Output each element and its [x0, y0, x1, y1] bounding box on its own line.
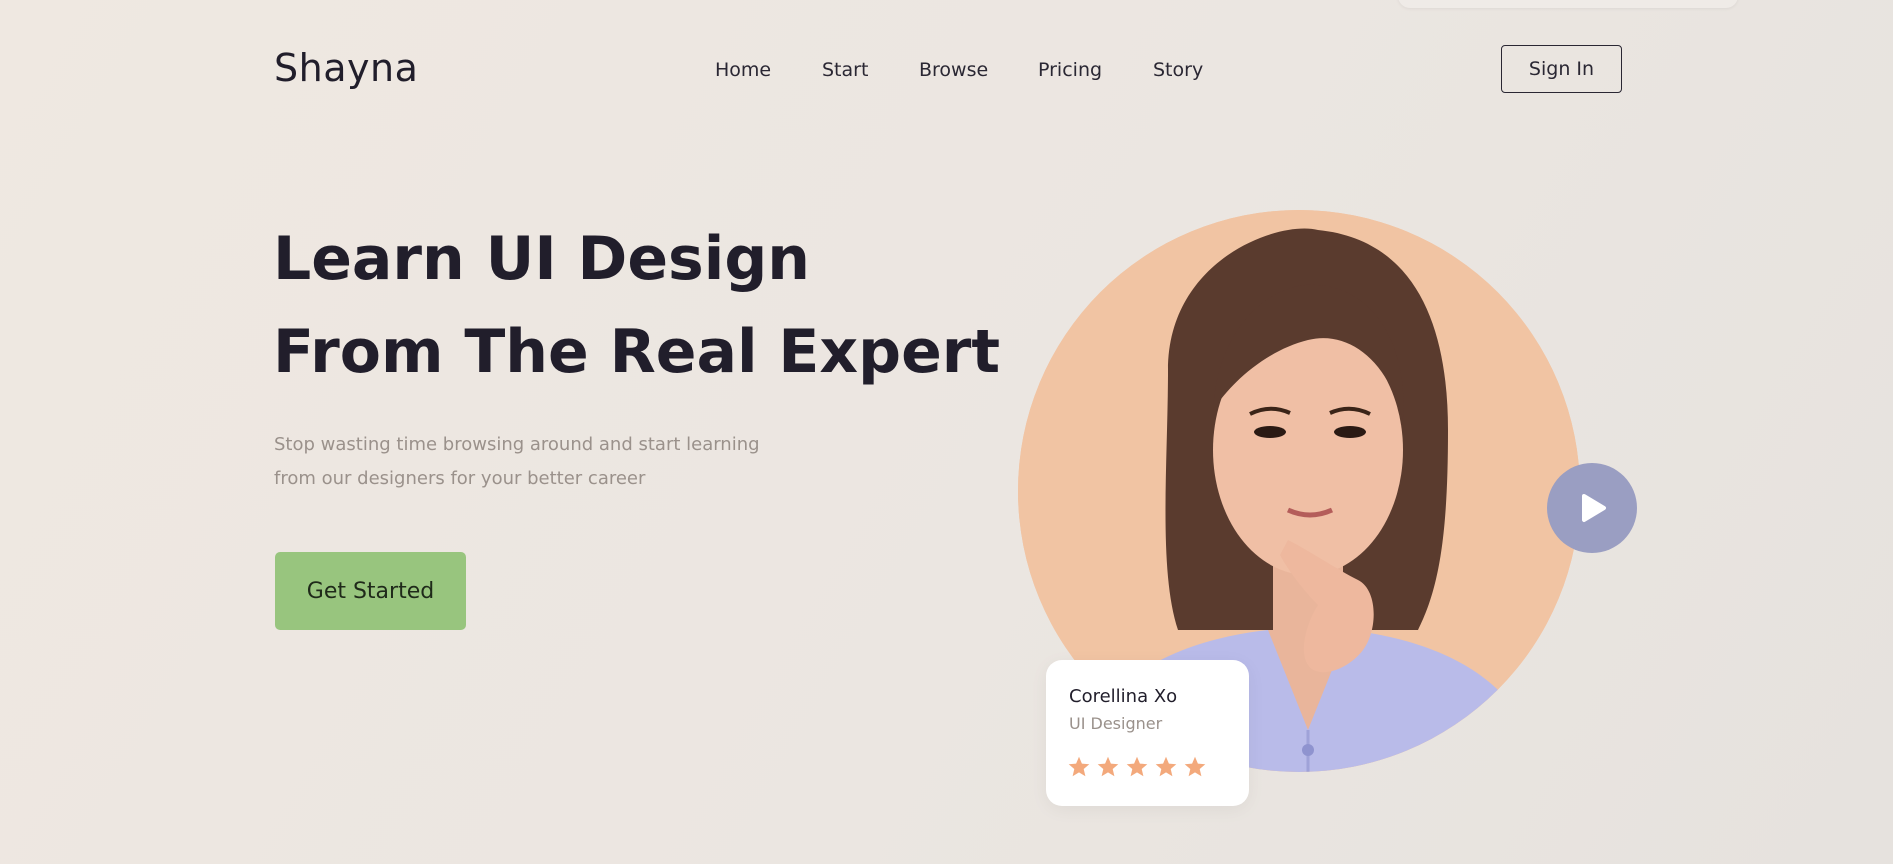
- hero-subtext-line-2: from our designers for your better caree…: [274, 468, 646, 489]
- hero-headline-line-2: From The Real Expert: [273, 317, 1001, 387]
- star-icon: [1097, 756, 1119, 777]
- hero-headline: Learn UI Design From The Real Expert: [273, 213, 1000, 399]
- nav-item-story[interactable]: Story: [1153, 59, 1203, 81]
- sign-in-button[interactable]: Sign In: [1501, 45, 1622, 93]
- hero-subtext-line-1: Stop wasting time browsing around and st…: [274, 434, 760, 455]
- nav-item-browse[interactable]: Browse: [919, 59, 988, 81]
- expert-name: Corellina Xo: [1069, 686, 1178, 707]
- play-icon: [1582, 494, 1606, 522]
- expert-card: Corellina Xo UI Designer: [1046, 660, 1249, 806]
- brand-logo[interactable]: Shayna: [274, 46, 418, 90]
- hero-headline-line-1: Learn UI Design: [273, 224, 810, 294]
- hero-subtext: Stop wasting time browsing around and st…: [274, 428, 834, 496]
- nav-item-home[interactable]: Home: [715, 59, 771, 81]
- play-video-button[interactable]: [1547, 463, 1637, 553]
- star-icon: [1155, 756, 1177, 777]
- top-edge-tab: [1398, 0, 1738, 8]
- expert-role: UI Designer: [1069, 714, 1163, 733]
- rating-stars: [1067, 755, 1207, 779]
- nav-item-start[interactable]: Start: [822, 59, 868, 81]
- nav-item-pricing[interactable]: Pricing: [1038, 59, 1102, 81]
- star-icon: [1126, 756, 1148, 777]
- get-started-button[interactable]: Get Started: [275, 552, 466, 630]
- star-icon: [1184, 756, 1206, 777]
- star-icon: [1068, 756, 1090, 777]
